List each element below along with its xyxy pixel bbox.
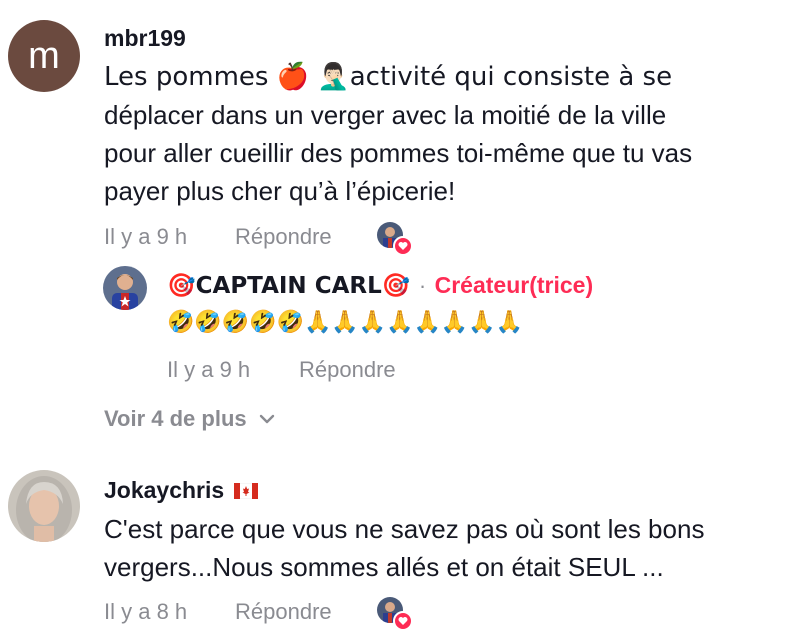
reply-text: 🤣🤣🤣🤣🤣🙏🙏🙏🙏🙏🙏🙏🙏 [167,310,524,335]
comment-line: pour aller cueillir des pommes toi-même … [104,138,693,168]
chevron-down-icon [259,413,275,425]
creator-liked-indicator [377,597,413,631]
avatar-captain-carl[interactable] [103,266,147,310]
avatar-jokaychris[interactable] [8,470,80,542]
separator-dot: · [418,273,427,298]
heart-icon [393,236,413,256]
comment-line: déplacer dans un verger avec la moitié d… [104,100,667,130]
view-more-label: Voir 4 de plus [104,406,247,431]
comment-text: Les pommes 🍎 🤦🏻‍♂️activité qui consiste … [104,58,794,210]
comment-timestamp: Il y a 8 h [104,599,188,624]
comment-line: Les pommes 🍎 🤦🏻‍♂️activité qui consiste … [104,62,673,92]
reply-header: 🎯CAPTAIN CARL🎯 · Créateur(trice) [167,272,593,299]
comment-header: Jokaychris [104,477,259,504]
view-more-replies-button[interactable]: Voir 4 de plus [104,406,275,432]
creator-liked-indicator [377,222,413,256]
creator-badge: Créateur(trice) [434,272,594,298]
comment-line: payer plus cher qu’à l’épicerie! [104,176,456,206]
reply-button[interactable]: Répondre [235,224,332,250]
comment-timestamp: Il y a 9 h [104,224,188,249]
comment-line: vergers...Nous sommes allés et on était … [104,552,664,582]
comment-text: C'est parce que vous ne savez pas où son… [104,510,794,586]
avatar-mbr199[interactable]: m [8,20,80,92]
reply-button[interactable]: Répondre [299,357,396,383]
heart-icon [393,611,413,631]
comment-line: C'est parce que vous ne savez pas où son… [104,514,705,544]
username-captain-carl[interactable]: 🎯CAPTAIN CARL🎯 [167,273,410,299]
username-jokaychris[interactable]: Jokaychris [104,477,224,504]
reply-timestamp: Il y a 9 h [167,357,251,382]
username-mbr199[interactable]: mbr199 [104,25,186,52]
reply-button[interactable]: Répondre [235,599,332,625]
avatar-letter: m [28,34,60,77]
canada-flag-icon [234,482,259,499]
